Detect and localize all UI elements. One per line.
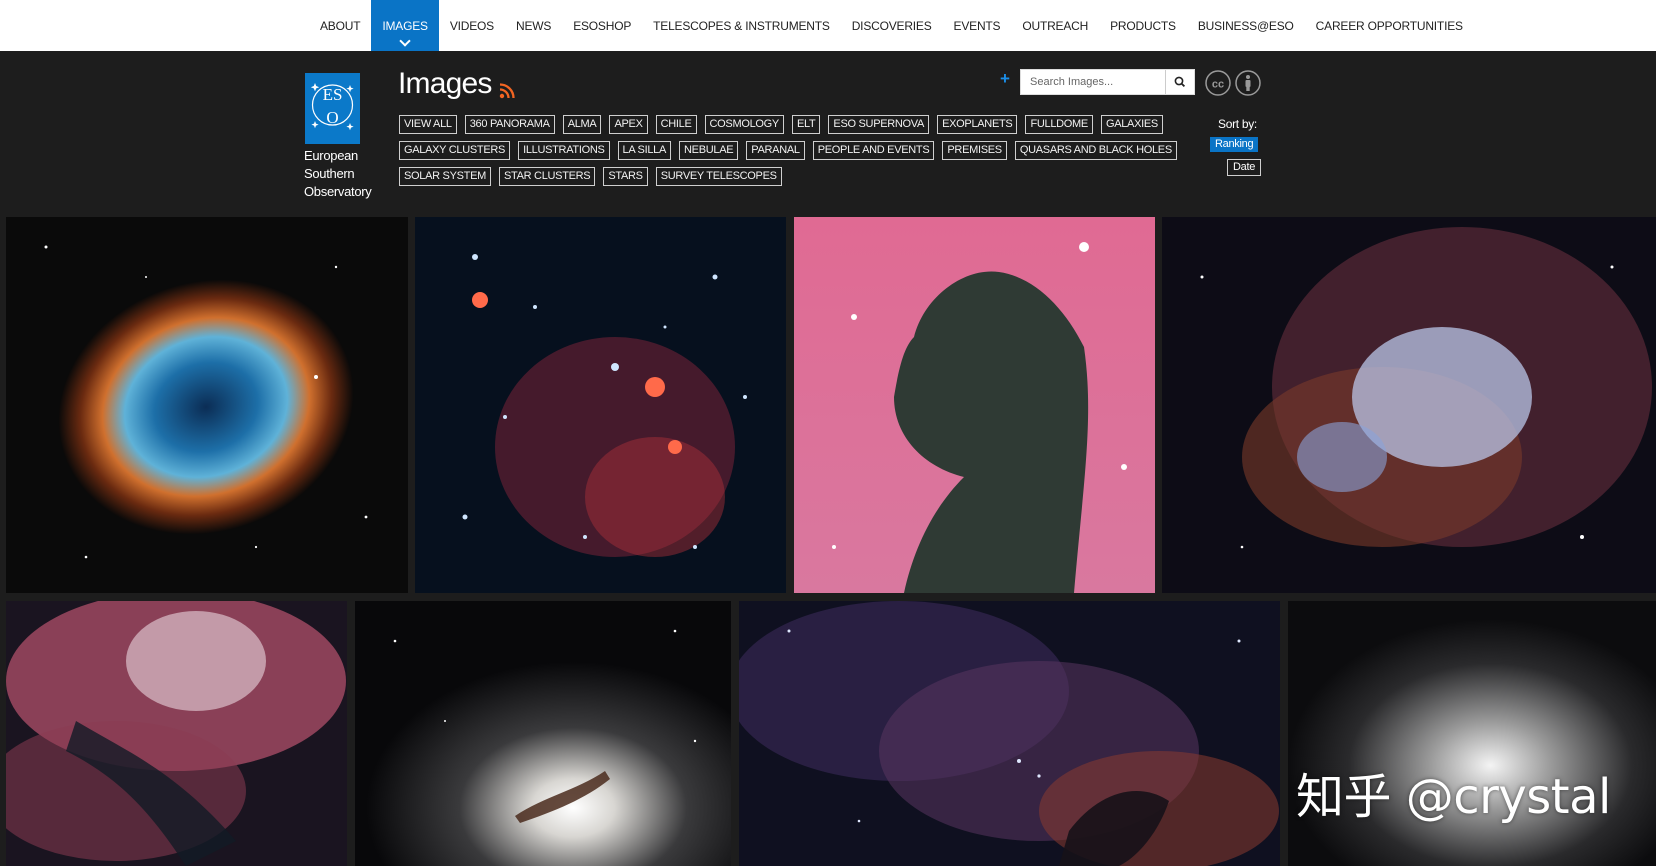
search-icon [1174,76,1186,88]
nav-item-discoveries[interactable]: DISCOVERIES [841,0,943,51]
tag-row: SOLAR SYSTEM STAR CLUSTERS STARS SURVEY … [399,167,1169,186]
tag-360-panorama[interactable]: 360 PANORAMA [464,115,555,134]
attribution-icon[interactable] [1235,70,1261,96]
nav-item-products[interactable]: PRODUCTS [1099,0,1187,51]
images-header: ES O European Southern Observatory Image… [0,51,1656,214]
nav-item-events[interactable]: EVENTS [943,0,1012,51]
plus-icon[interactable]: + [1000,69,1010,89]
page-title: Images [398,67,492,100]
nav-item-videos[interactable]: VIDEOS [439,0,505,51]
gallery-thumbnail[interactable] [6,217,408,593]
tag-cosmology[interactable]: COSMOLOGY [704,115,784,134]
tag-nebulae[interactable]: NEBULAE [679,141,739,160]
chevron-down-icon [399,35,411,47]
nav-item-about[interactable]: ABOUT [309,0,371,51]
org-name-line: Southern [304,166,355,181]
gallery-thumbnail[interactable] [6,601,347,866]
nebula-starfield-image [739,601,1280,866]
tag-eso-supernova[interactable]: ESO SUPERNOVA [828,115,930,134]
tag-paranal[interactable]: PARANAL [746,141,805,160]
cc-icon[interactable]: cc [1205,70,1231,96]
eso-logo[interactable]: ES O [305,73,360,144]
nav-menu: ABOUT IMAGES VIDEOS NEWS ESOSHOP TELESCO… [309,0,1474,51]
horsehead-nebula-image [794,217,1155,593]
tag-fulldome[interactable]: FULLDOME [1025,115,1093,134]
eso-logo-text: ES [323,85,343,104]
nav-item-careers[interactable]: CAREER OPPORTUNITIES [1305,0,1474,51]
nav-item-label: IMAGES [382,18,428,33]
svg-text:O: O [326,108,338,127]
tag-quasars-and-black-holes[interactable]: QUASARS AND BLACK HOLES [1014,141,1177,160]
tag-galaxy-clusters[interactable]: GALAXY CLUSTERS [399,141,511,160]
nav-item-images[interactable]: IMAGES [371,0,439,51]
tag-elt[interactable]: ELT [791,115,821,134]
gallery-thumbnail[interactable] [1162,217,1656,593]
tag-star-clusters[interactable]: STAR CLUSTERS [498,167,596,186]
rss-icon[interactable] [499,83,515,99]
nav-item-telescopes[interactable]: TELESCOPES & INSTRUMENTS [642,0,841,51]
org-name-line: European [304,148,358,163]
search-input[interactable] [1021,70,1160,94]
search-button[interactable] [1165,70,1194,94]
gallery-thumbnail[interactable] [739,601,1280,866]
svg-text:cc: cc [1212,79,1224,91]
tag-chile[interactable]: CHILE [655,115,697,134]
tag-alma[interactable]: ALMA [562,115,602,134]
tag-survey-telescopes[interactable]: SURVEY TELESCOPES [655,167,782,186]
tag-illustrations[interactable]: ILLUSTRATIONS [518,141,610,160]
helix-nebula-image [6,217,408,593]
eso-logo-mark: ES O [310,83,354,131]
nav-item-outreach[interactable]: OUTREACH [1011,0,1099,51]
gallery-thumbnail[interactable] [415,217,786,593]
centaurus-a-image [355,601,731,866]
tag-galaxies[interactable]: GALAXIES [1100,115,1163,134]
top-navigation: ABOUT IMAGES VIDEOS NEWS ESOSHOP TELESCO… [0,0,1656,51]
nav-item-business[interactable]: BUSINESS@ESO [1187,0,1305,51]
tag-people-and-events[interactable]: PEOPLE AND EVENTS [812,141,935,160]
watermark: 知乎 @crystal [1296,769,1611,825]
tag-exoplanets[interactable]: EXOPLANETS [937,115,1018,134]
nav-item-esoshop[interactable]: ESOSHOP [562,0,642,51]
tag-apex[interactable]: APEX [609,115,648,134]
tag-view-all[interactable]: VIEW ALL [399,115,457,134]
tag-la-silla[interactable]: LA SILLA [617,141,672,160]
gallery-thumbnail[interactable] [355,601,731,866]
category-tags: VIEW ALL 360 PANORAMA ALMA APEX CHILE CO… [399,115,1177,193]
star-cluster-image [415,217,786,593]
tag-row: VIEW ALL 360 PANORAMA ALMA APEX CHILE CO… [399,115,1169,134]
tag-premises[interactable]: PREMISES [942,141,1007,160]
sort-ranking-button[interactable]: Ranking [1210,137,1259,152]
sort-date-button[interactable]: Date [1227,159,1262,176]
search-box [1020,69,1195,95]
sort-label: Sort by: [1218,117,1257,131]
carina-nebula-image [6,601,347,866]
org-name-line: Observatory [304,184,372,199]
tag-row: GALAXY CLUSTERS ILLUSTRATIONS LA SILLA N… [399,141,1177,160]
nav-item-news[interactable]: NEWS [505,0,562,51]
orion-nebula-image [1162,217,1656,593]
tag-stars[interactable]: STARS [603,167,648,186]
gallery-thumbnail[interactable] [794,217,1155,593]
organization-name: European Southern Observatory [304,147,372,201]
tag-solar-system[interactable]: SOLAR SYSTEM [399,167,491,186]
